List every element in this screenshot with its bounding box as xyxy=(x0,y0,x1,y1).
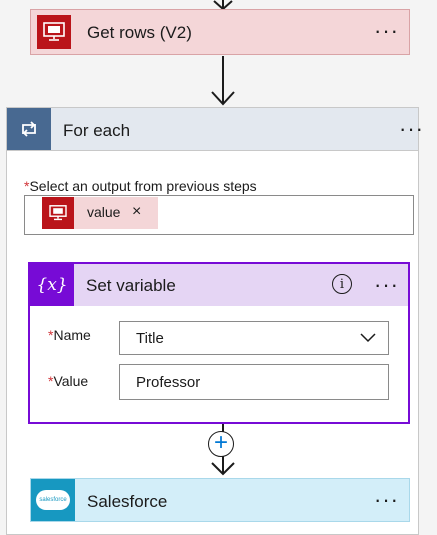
value-token[interactable]: value × xyxy=(42,197,158,229)
info-icon[interactable]: i xyxy=(332,274,352,294)
for-each-title: For each xyxy=(63,121,131,140)
loop-icon xyxy=(7,108,51,150)
plus-icon: + xyxy=(213,429,228,456)
sql-icon xyxy=(42,197,74,229)
sql-icon xyxy=(37,15,71,49)
set-variable-menu-button[interactable]: ··· xyxy=(374,274,399,296)
for-each-header[interactable]: For each ··· xyxy=(6,107,423,151)
name-field-label: *Name xyxy=(48,327,91,343)
value-token-label: value xyxy=(87,204,121,220)
get-rows-card[interactable]: Get rows (V2) ··· xyxy=(30,9,410,55)
value-input-text: Professor xyxy=(136,373,201,391)
chevron-down-icon xyxy=(360,333,376,343)
value-token-remove-button[interactable]: × xyxy=(132,203,141,221)
output-field-label: *Select an output from previous steps xyxy=(24,178,257,194)
get-rows-menu-button[interactable]: ··· xyxy=(374,20,399,42)
salesforce-card[interactable]: salesforce Salesforce ··· xyxy=(30,478,410,522)
set-variable-header[interactable]: {x} Set variable i ··· xyxy=(30,264,408,306)
for-each-menu-button[interactable]: ··· xyxy=(399,118,424,140)
salesforce-title: Salesforce xyxy=(87,492,168,511)
variable-icon: {x} xyxy=(30,264,74,306)
salesforce-logo-text: salesforce xyxy=(39,497,67,503)
add-step-button[interactable]: + xyxy=(208,431,234,457)
salesforce-icon: salesforce xyxy=(31,479,75,521)
connector-arrow-1 xyxy=(211,56,235,106)
get-rows-title: Get rows (V2) xyxy=(87,23,192,42)
value-input[interactable]: Professor xyxy=(119,364,389,400)
name-dropdown-value: Title xyxy=(136,329,164,347)
name-dropdown[interactable]: Title xyxy=(119,321,389,355)
set-variable-title: Set variable xyxy=(86,276,176,295)
value-field-label: *Value xyxy=(48,373,89,389)
salesforce-menu-button[interactable]: ··· xyxy=(374,489,399,511)
